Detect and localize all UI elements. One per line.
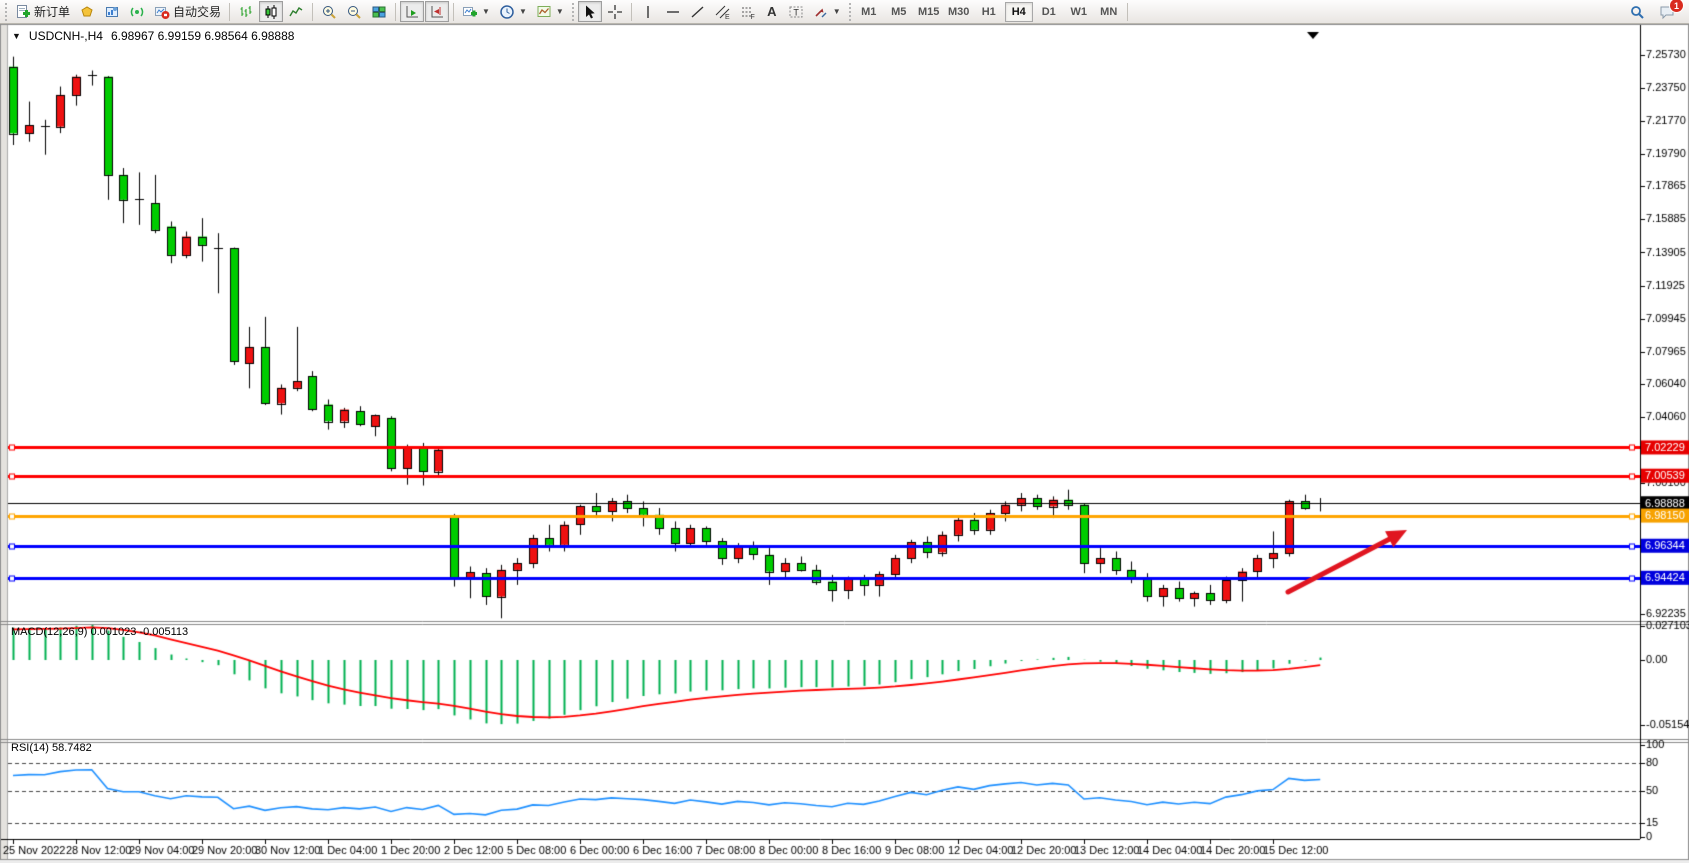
chevron-down-icon: ▼ bbox=[482, 7, 490, 16]
line-chart-button[interactable] bbox=[284, 1, 308, 22]
timeframe-m5-button[interactable]: M5 bbox=[885, 2, 913, 22]
cursor-icon bbox=[582, 4, 598, 20]
text-icon: A bbox=[767, 4, 776, 19]
timeframe-h4-button[interactable]: H4 bbox=[1005, 2, 1033, 22]
text-button[interactable]: A bbox=[761, 1, 783, 22]
toolbar: 新订单 自动交易 bbox=[0, 0, 1689, 24]
separator bbox=[453, 3, 454, 21]
data-window-icon bbox=[104, 4, 120, 20]
chart-dropdown-icon[interactable]: ▼ bbox=[12, 31, 21, 41]
trendline-button[interactable] bbox=[686, 1, 710, 22]
equidistant-channel-button[interactable]: E bbox=[711, 1, 735, 22]
search-icon bbox=[1629, 4, 1645, 20]
toolbar-grip[interactable] bbox=[572, 3, 574, 21]
toolbar-grip[interactable] bbox=[849, 3, 851, 21]
svg-text:T: T bbox=[793, 7, 799, 17]
toolbar-right: 1 bbox=[1625, 1, 1687, 22]
search-button[interactable] bbox=[1625, 1, 1649, 22]
vertical-line-button[interactable] bbox=[636, 1, 660, 22]
crosshair-icon bbox=[607, 4, 623, 20]
timeframe-m15-button[interactable]: M15 bbox=[915, 2, 943, 22]
chart-window: ▼ USDCNH-,H4 6.98967 6.99159 6.98564 6.9… bbox=[0, 24, 1689, 863]
timeframe-w1-button[interactable]: W1 bbox=[1065, 2, 1093, 22]
equidistant-channel-icon: E bbox=[715, 4, 731, 20]
separator bbox=[1127, 3, 1128, 21]
market-watch-icon bbox=[79, 4, 95, 20]
timeframe-h1-button[interactable]: H1 bbox=[975, 2, 1003, 22]
svg-text:E: E bbox=[725, 14, 730, 20]
toolbar-grip[interactable] bbox=[5, 3, 7, 21]
separator bbox=[395, 3, 396, 21]
bar-chart-button[interactable] bbox=[234, 1, 258, 22]
separator bbox=[312, 3, 313, 21]
arrows-button[interactable]: ▼ bbox=[809, 1, 845, 22]
clock-icon bbox=[499, 4, 515, 20]
timeframe-m30-button[interactable]: M30 bbox=[945, 2, 973, 22]
arrows-icon bbox=[813, 4, 829, 20]
vertical-line-icon bbox=[640, 4, 656, 20]
chevron-down-icon: ▼ bbox=[556, 7, 564, 16]
chart-shift-button[interactable] bbox=[425, 1, 449, 22]
tile-windows-button[interactable] bbox=[367, 1, 391, 22]
text-label-button[interactable]: T bbox=[784, 1, 808, 22]
community-button[interactable]: 1 bbox=[1655, 1, 1679, 22]
chevron-down-icon: ▼ bbox=[833, 7, 841, 16]
separator bbox=[229, 3, 230, 21]
line-chart-icon bbox=[288, 4, 304, 20]
zoom-out-icon bbox=[346, 4, 362, 20]
new-order-icon bbox=[15, 4, 31, 20]
bar-chart-icon bbox=[238, 4, 254, 20]
timeframe-mn-button[interactable]: MN bbox=[1095, 2, 1123, 22]
periods-button[interactable]: ▼ bbox=[495, 1, 531, 22]
templates-icon bbox=[536, 4, 552, 20]
chart-shift-icon bbox=[429, 4, 445, 20]
auto-trading-button[interactable]: 自动交易 bbox=[150, 1, 225, 22]
chart-canvas[interactable] bbox=[0, 24, 1689, 863]
svg-text:F: F bbox=[750, 14, 754, 20]
auto-scroll-button[interactable] bbox=[400, 1, 424, 22]
market-watch-button[interactable] bbox=[75, 1, 99, 22]
separator bbox=[631, 3, 632, 21]
fibonacci-button[interactable]: F bbox=[736, 1, 760, 22]
timeframe-m1-button[interactable]: M1 bbox=[855, 2, 883, 22]
cursor-button[interactable] bbox=[578, 1, 602, 22]
auto-trading-label: 自动交易 bbox=[173, 3, 221, 20]
horizontal-line-button[interactable] bbox=[661, 1, 685, 22]
timeframe-group: M1M5M15M30H1H4D1W1MN bbox=[855, 2, 1123, 22]
crosshair-button[interactable] bbox=[603, 1, 627, 22]
zoom-in-button[interactable] bbox=[317, 1, 341, 22]
trendline-icon bbox=[690, 4, 706, 20]
auto-trading-icon bbox=[154, 4, 170, 20]
signal-icon bbox=[129, 4, 145, 20]
auto-scroll-icon bbox=[404, 4, 420, 20]
templates-button[interactable]: ▼ bbox=[532, 1, 568, 22]
data-window-button[interactable] bbox=[100, 1, 124, 22]
timeframe-d1-button[interactable]: D1 bbox=[1035, 2, 1063, 22]
horizontal-line-icon bbox=[665, 4, 681, 20]
new-order-button[interactable]: 新订单 bbox=[11, 1, 74, 22]
new-order-label: 新订单 bbox=[34, 3, 70, 20]
signal-button[interactable] bbox=[125, 1, 149, 22]
zoom-in-icon bbox=[321, 4, 337, 20]
notification-badge: 1 bbox=[1669, 0, 1684, 13]
text-label-icon: T bbox=[788, 4, 804, 20]
fibonacci-icon: F bbox=[740, 4, 756, 20]
candlestick-button[interactable] bbox=[259, 1, 283, 22]
chevron-down-icon: ▼ bbox=[519, 7, 527, 16]
add-indicator-button[interactable]: ▼ bbox=[458, 1, 494, 22]
tile-windows-icon bbox=[371, 4, 387, 20]
candlestick-icon bbox=[263, 4, 279, 20]
zoom-out-button[interactable] bbox=[342, 1, 366, 22]
add-indicator-icon bbox=[462, 4, 478, 20]
